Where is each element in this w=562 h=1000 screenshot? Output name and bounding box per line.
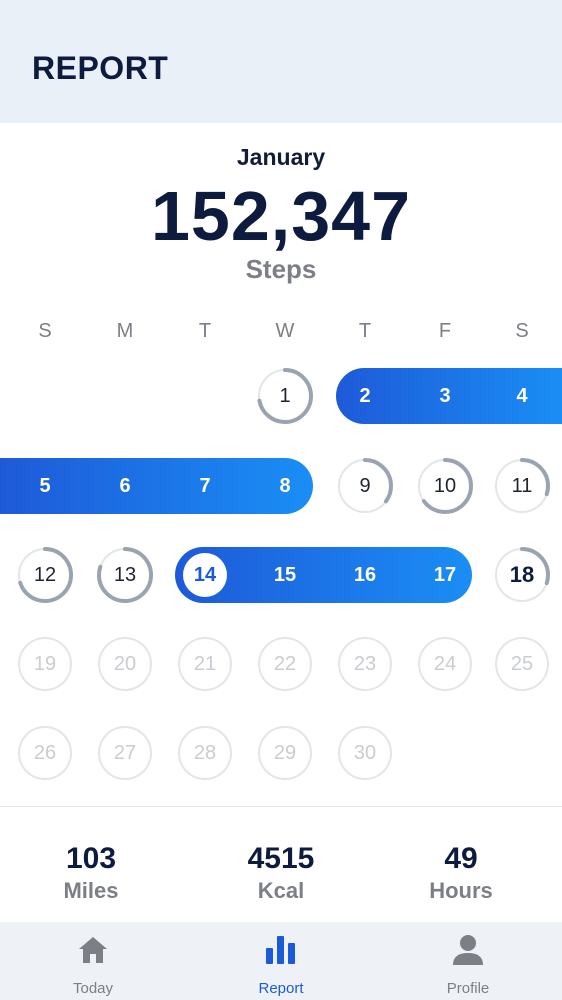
- day-number: 24: [433, 653, 457, 675]
- weekday-monday: M: [116, 320, 134, 342]
- calendar-day[interactable]: 23: [337, 636, 393, 692]
- calendar-day[interactable]: 29: [257, 725, 313, 781]
- page-title: REPORT: [32, 50, 169, 86]
- day-number: 19: [33, 653, 57, 675]
- weekday-wednesday: W: [275, 320, 295, 342]
- day-number: 11: [511, 475, 533, 497]
- stat-value: 103: [65, 842, 117, 875]
- stat-label: Miles: [63, 878, 119, 903]
- day-number: 17: [433, 564, 457, 586]
- calendar-day[interactable]: 18: [494, 547, 550, 603]
- calendar-day[interactable]: 20: [97, 636, 153, 692]
- stat-value: 4515: [247, 842, 315, 875]
- nav-today[interactable]: Today: [33, 932, 153, 997]
- calendar-day[interactable]: 24: [417, 636, 473, 692]
- calendar-day[interactable]: 14: [177, 547, 233, 603]
- calendar-day[interactable]: 8: [257, 458, 313, 514]
- day-number: 12: [33, 564, 57, 586]
- day-number: 2: [359, 385, 371, 407]
- weekday-sunday: S: [38, 320, 52, 342]
- nav-label: Today: [72, 980, 114, 997]
- day-number: 8: [279, 475, 291, 497]
- nav-label: Profile: [446, 980, 490, 997]
- stat-value: 49: [444, 842, 478, 875]
- day-number: 1: [279, 385, 291, 407]
- calendar-day[interactable]: 9: [337, 458, 393, 514]
- day-number: 13: [113, 564, 137, 586]
- calendar-day[interactable]: 7: [177, 458, 233, 514]
- divider: [0, 806, 562, 807]
- weekday-thursday: T: [358, 320, 372, 342]
- stat-label: Hours: [429, 878, 493, 903]
- stat-label: Kcal: [257, 878, 305, 903]
- nav-profile[interactable]: Profile: [408, 932, 528, 997]
- calendar-day[interactable]: 6: [97, 458, 153, 514]
- home-icon: [79, 937, 107, 963]
- total-steps-value: 152,347: [150, 177, 412, 255]
- day-number: 3: [439, 385, 451, 407]
- calendar-day[interactable]: 2: [337, 368, 393, 424]
- stat-kcal: 4515 Kcal: [201, 842, 361, 904]
- day-number: 30: [353, 742, 377, 764]
- day-number: 4: [516, 385, 528, 407]
- bar-chart-icon: [266, 936, 295, 964]
- stat-miles: 103 Miles: [11, 842, 171, 904]
- nav-label: Report: [258, 980, 304, 997]
- calendar-day[interactable]: 19: [17, 636, 73, 692]
- day-number: 6: [119, 475, 131, 497]
- app-header: REPORT: [0, 0, 562, 123]
- calendar-day[interactable]: 5: [17, 458, 73, 514]
- calendar-day[interactable]: 22: [257, 636, 313, 692]
- day-number: 16: [353, 564, 377, 586]
- weekday-saturday: S: [515, 320, 529, 342]
- day-number: 7: [199, 475, 211, 497]
- day-number: 9: [359, 475, 371, 497]
- calendar-day[interactable]: 10: [417, 458, 473, 514]
- steps-label: Steps: [245, 254, 317, 284]
- calendar-day[interactable]: 3: [417, 368, 473, 424]
- day-number: 29: [273, 742, 297, 764]
- day-number: 27: [113, 742, 137, 764]
- nav-report[interactable]: Report: [221, 932, 341, 997]
- day-number: 28: [193, 742, 217, 764]
- day-number: 23: [353, 653, 377, 675]
- calendar-day[interactable]: 21: [177, 636, 233, 692]
- month-label: January: [236, 144, 326, 170]
- weekday-friday: F: [438, 320, 452, 342]
- calendar-day[interactable]: 16: [337, 547, 393, 603]
- stat-hours: 49 Hours: [381, 842, 541, 904]
- person-icon: [453, 935, 483, 965]
- calendar-day[interactable]: 27: [97, 725, 153, 781]
- calendar-day[interactable]: 4: [494, 368, 550, 424]
- calendar-day[interactable]: 28: [177, 725, 233, 781]
- calendar-day[interactable]: 30: [337, 725, 393, 781]
- calendar-day[interactable]: 15: [257, 547, 313, 603]
- day-number: 14: [193, 564, 217, 586]
- calendar-day[interactable]: 26: [17, 725, 73, 781]
- calendar-day[interactable]: 17: [417, 547, 473, 603]
- calendar-day[interactable]: 11: [494, 458, 550, 514]
- weekday-tuesday: T: [198, 320, 212, 342]
- bottom-navigation: Today Report Profile: [0, 922, 562, 1000]
- day-number: 20: [113, 653, 137, 675]
- day-number: 25: [510, 653, 534, 675]
- calendar-day[interactable]: 1: [257, 368, 313, 424]
- day-number: 22: [273, 653, 297, 675]
- day-number: 15: [273, 564, 297, 586]
- day-number: 10: [433, 475, 457, 497]
- day-number: 21: [193, 653, 217, 675]
- day-number: 18: [509, 562, 535, 587]
- calendar-day[interactable]: 25: [494, 636, 550, 692]
- calendar-day[interactable]: 13: [97, 547, 153, 603]
- day-number: 5: [39, 475, 51, 497]
- day-number: 26: [33, 742, 57, 764]
- calendar-day[interactable]: 12: [17, 547, 73, 603]
